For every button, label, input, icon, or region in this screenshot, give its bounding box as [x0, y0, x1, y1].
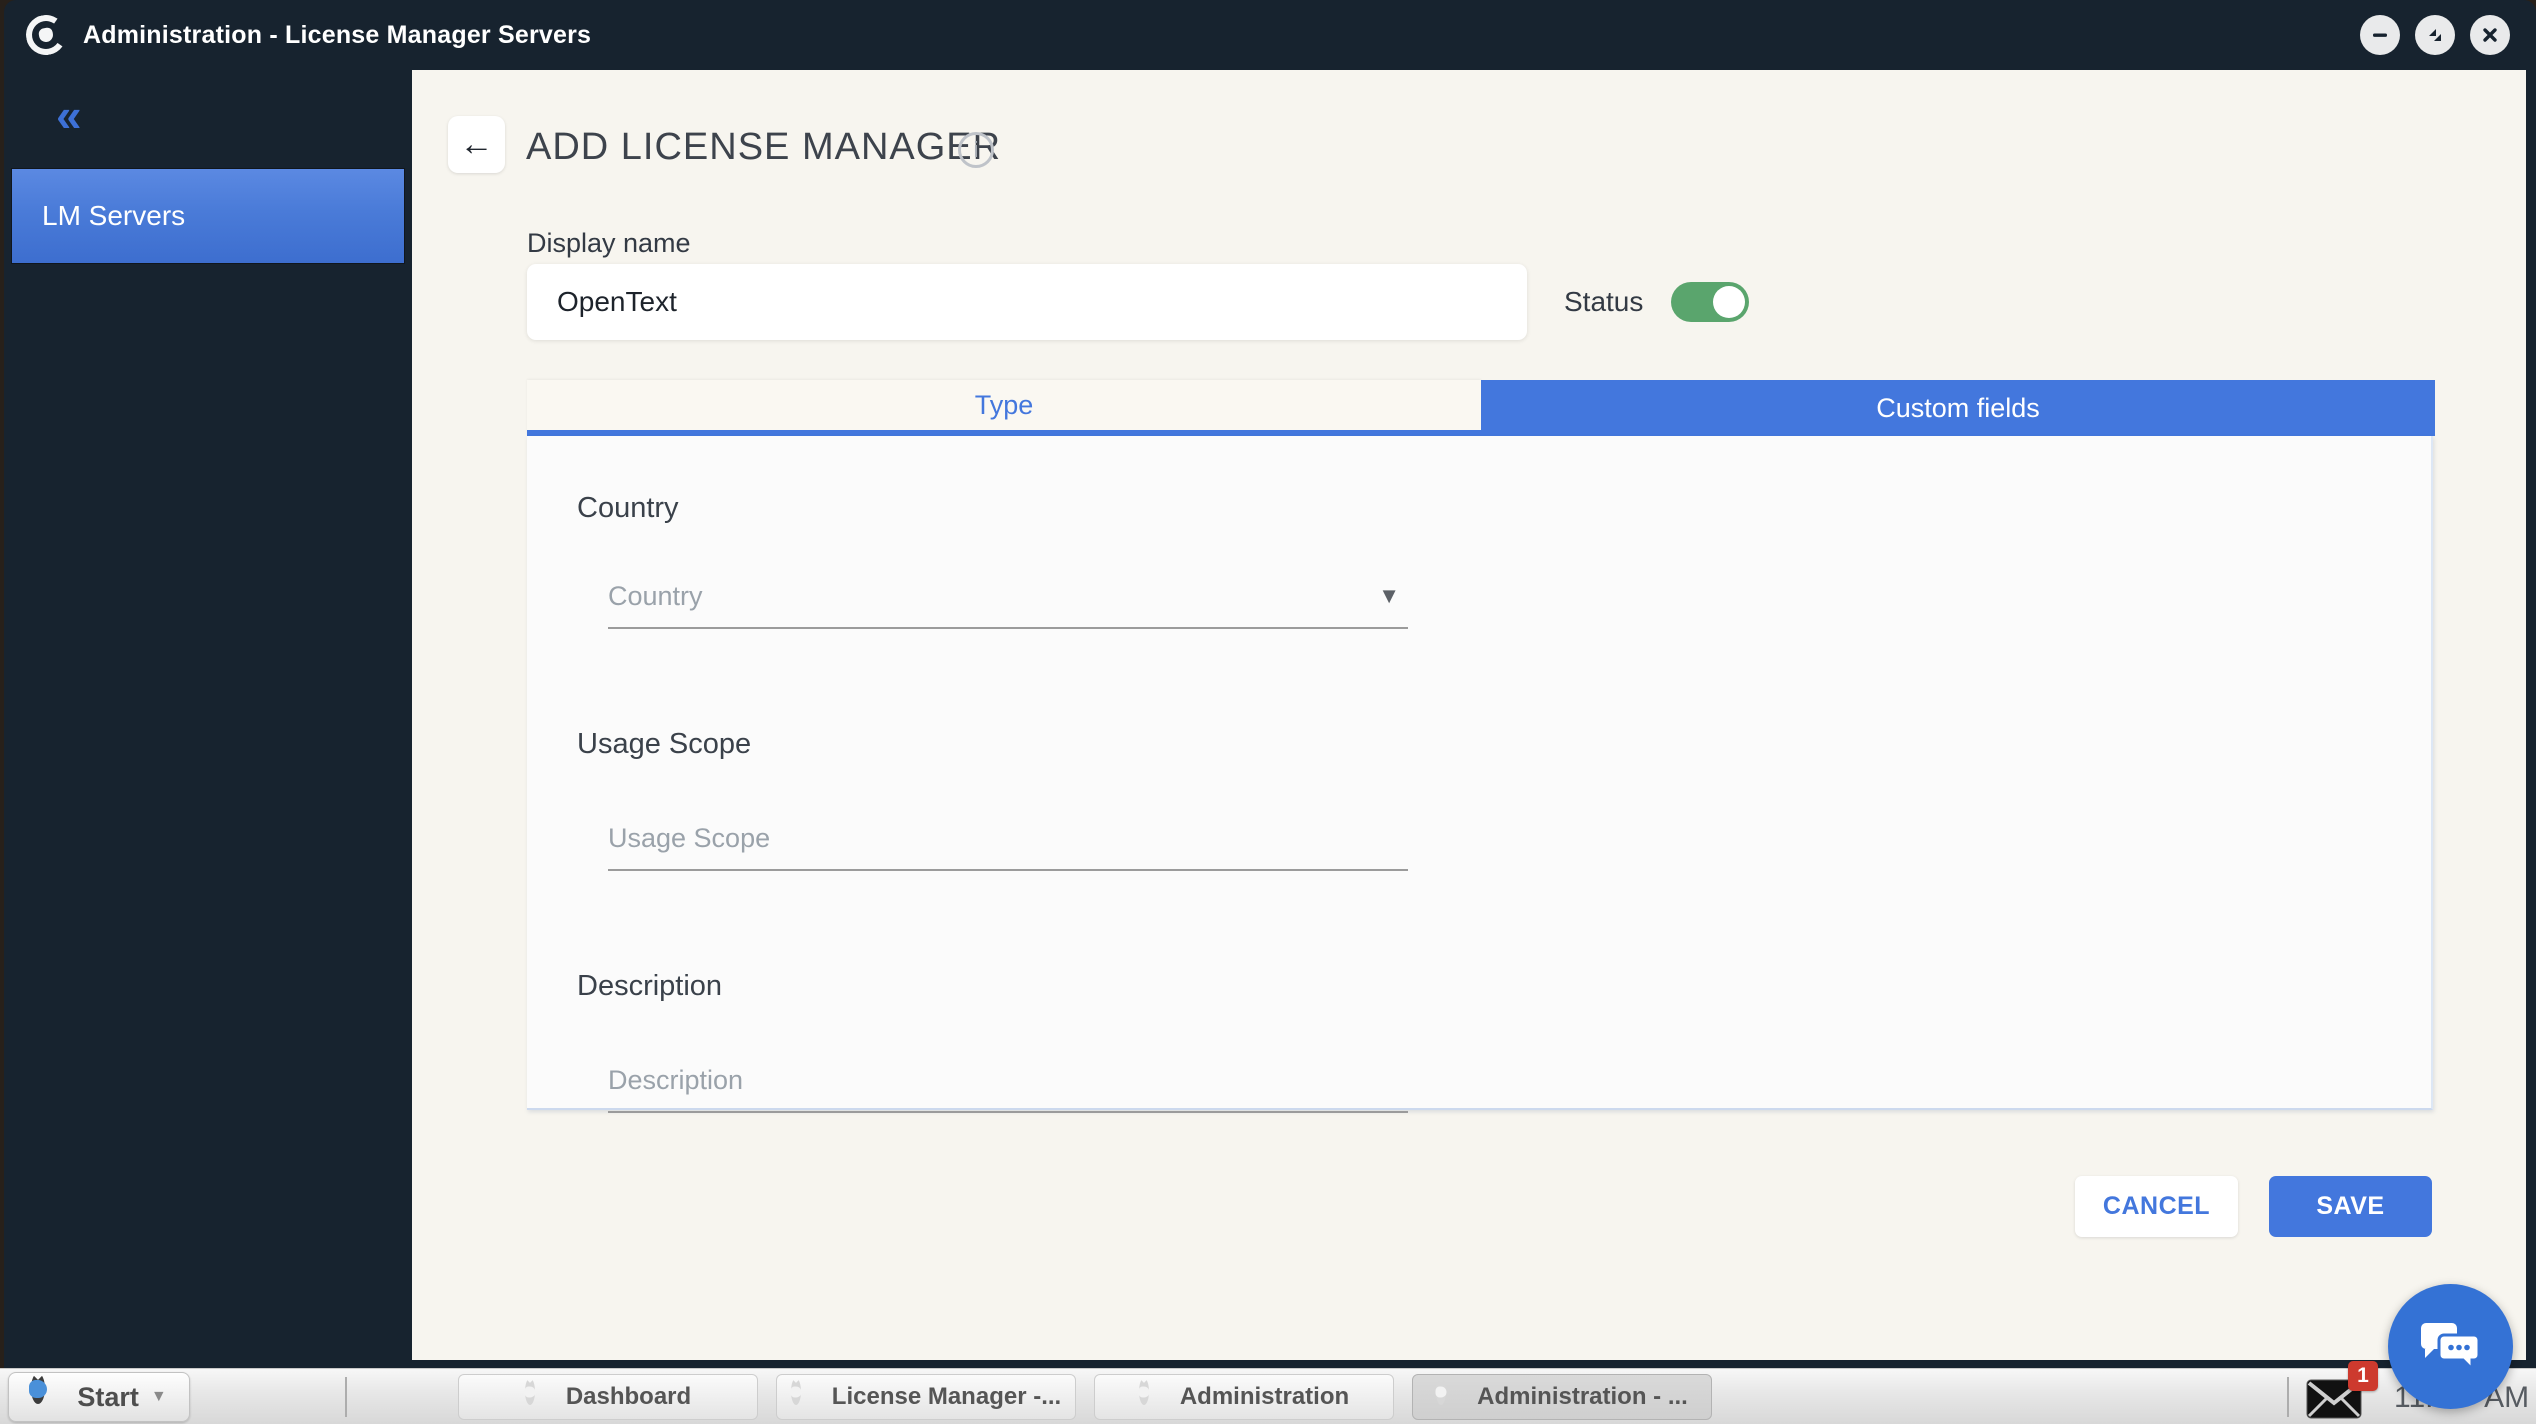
- taskbar: Start ▼ Dashboard License Manager -... A…: [0, 1368, 2536, 1424]
- app-window: Administration - License Manager Servers…: [4, 0, 2536, 1368]
- window-title: Administration - License Manager Servers: [83, 21, 591, 50]
- start-button[interactable]: Start ▼: [8, 1372, 190, 1422]
- chevron-down-icon[interactable]: ▼: [1378, 583, 1400, 609]
- description-input[interactable]: [608, 1049, 1408, 1111]
- usage-scope-label: Usage Scope: [577, 728, 1409, 761]
- main-content: ← ADD LICENSE MANAGER i Display name Sta…: [412, 70, 2526, 1360]
- taskbar-item-dashboard[interactable]: Dashboard: [458, 1374, 758, 1420]
- sidebar-item-label: LM Servers: [42, 200, 185, 232]
- caret-down-icon: ▼: [151, 1388, 167, 1406]
- cancel-button[interactable]: CANCEL: [2075, 1176, 2238, 1237]
- page-title: ADD LICENSE MANAGER: [526, 126, 1001, 169]
- maximize-icon[interactable]: [2415, 15, 2455, 55]
- chat-fab-button[interactable]: [2388, 1284, 2513, 1409]
- sidebar-collapse-icon[interactable]: «: [56, 92, 82, 138]
- chat-bubbles-icon: [2420, 1319, 2482, 1375]
- taskbar-separator: [2287, 1377, 2289, 1417]
- taskbar-item-administration-active[interactable]: Administration - ...: [1412, 1374, 1712, 1420]
- usage-scope-field: Usage Scope: [577, 728, 1409, 871]
- sidebar-item-lm-servers[interactable]: LM Servers: [11, 168, 405, 264]
- save-button[interactable]: SAVE: [2269, 1176, 2432, 1237]
- taskbar-item-license-manager[interactable]: License Manager -...: [776, 1374, 1076, 1420]
- taskbar-separator: [345, 1377, 347, 1417]
- app-swirl-icon: [1139, 1383, 1167, 1411]
- status-row: Status: [1564, 282, 1749, 322]
- app-swirl-icon: [791, 1383, 819, 1411]
- taskbar-item-administration[interactable]: Administration: [1094, 1374, 1394, 1420]
- country-label: Country: [577, 492, 1409, 525]
- country-field: Country Country ▼: [577, 492, 1409, 629]
- start-logo-icon: [31, 1380, 65, 1414]
- info-icon[interactable]: i: [958, 132, 994, 168]
- tab-type[interactable]: Type: [527, 380, 1481, 436]
- custom-fields-panel: Country Country ▼ Usage Scope Descriptio…: [527, 436, 2433, 1110]
- description-label: Description: [577, 970, 1409, 1003]
- description-field: Description: [577, 970, 1409, 1113]
- titlebar: Administration - License Manager Servers: [4, 0, 2536, 70]
- app-logo-icon: [26, 15, 66, 55]
- minimize-icon[interactable]: [2360, 15, 2400, 55]
- tab-custom-fields[interactable]: Custom fields: [1481, 380, 2435, 436]
- window-controls: [2360, 15, 2510, 55]
- back-button[interactable]: ←: [448, 116, 505, 173]
- tab-bar: Type Custom fields: [527, 380, 2435, 436]
- app-swirl-icon: [525, 1383, 553, 1411]
- mail-unread-badge: 1: [2348, 1361, 2378, 1391]
- close-icon[interactable]: [2470, 15, 2510, 55]
- display-name-label: Display name: [527, 228, 691, 259]
- country-dropdown[interactable]: Country ▼: [608, 565, 1408, 629]
- status-label: Status: [1564, 286, 1643, 318]
- sidebar: « LM Servers: [4, 70, 412, 1368]
- status-toggle[interactable]: [1671, 282, 1749, 322]
- country-placeholder: Country: [608, 581, 703, 612]
- display-name-input[interactable]: [527, 264, 1527, 340]
- app-swirl-icon: [1436, 1383, 1464, 1411]
- arrow-left-icon: ←: [460, 125, 494, 164]
- usage-scope-input[interactable]: [608, 807, 1408, 869]
